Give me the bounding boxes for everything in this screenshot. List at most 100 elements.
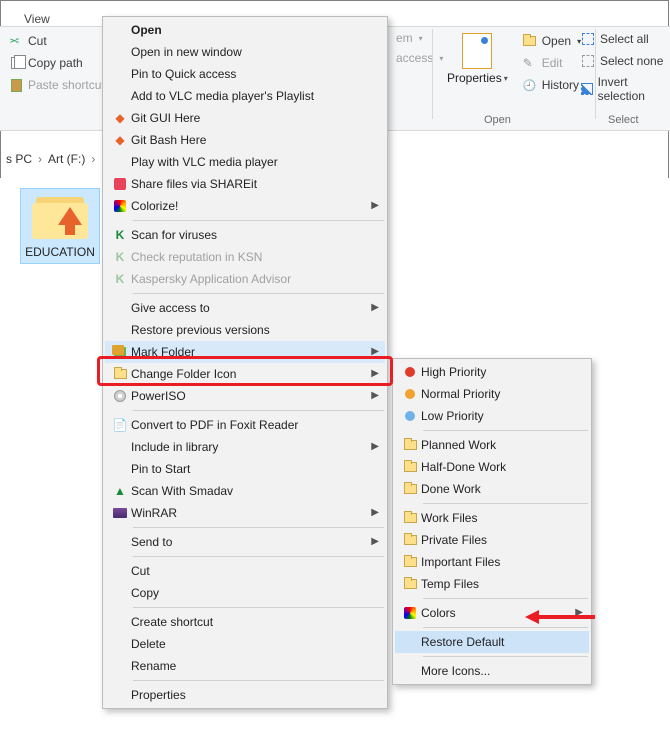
mark-folder-submenu: High Priority Normal Priority Low Priori…: [392, 358, 592, 685]
menu-separator: [133, 527, 384, 528]
menu-scan-smadav[interactable]: ▲Scan With Smadav: [105, 480, 385, 502]
menu-git-bash[interactable]: ◆Git Bash Here: [105, 129, 385, 151]
breadcrumb[interactable]: s PC Art (F:): [0, 152, 97, 166]
paste-shortcut-button[interactable]: Paste shortcut: [4, 75, 109, 95]
chevron-right-icon: ▶: [371, 346, 379, 357]
open-button[interactable]: Open▾: [518, 31, 585, 51]
invert-selection-button[interactable]: Invert selection: [576, 73, 670, 105]
menu-git-gui[interactable]: ◆Git GUI Here: [105, 107, 385, 129]
copy-path-button[interactable]: Copy path: [4, 53, 109, 73]
edit-button[interactable]: Edit: [518, 53, 585, 73]
menu-open-new-window[interactable]: Open in new window: [105, 41, 385, 63]
menu-separator: [133, 293, 384, 294]
cut-icon: [8, 33, 24, 49]
history-button[interactable]: History: [518, 75, 585, 95]
select-all-button[interactable]: Select all: [576, 29, 670, 49]
menu-check-ksn[interactable]: KCheck reputation in KSN: [105, 246, 385, 268]
folder-education[interactable]: EDUCATION: [20, 188, 100, 264]
chevron-right-icon: ▶: [371, 200, 379, 211]
invert-selection-label: Invert selection: [598, 75, 666, 103]
git-icon: ◆: [109, 133, 131, 147]
properties-button[interactable]: Properties▾: [443, 29, 512, 85]
paste-shortcut-label: Paste shortcut: [28, 78, 105, 92]
menu-convert-pdf[interactable]: 📄Convert to PDF in Foxit Reader: [105, 414, 385, 436]
submenu-half-done[interactable]: Half-Done Work: [395, 456, 589, 478]
copy-path-label: Copy path: [28, 56, 83, 70]
menu-open[interactable]: Open: [105, 19, 385, 41]
poweriso-icon: [109, 390, 131, 402]
menu-separator: [423, 430, 588, 431]
chevron-right-icon: ▶: [371, 536, 379, 547]
menu-winrar[interactable]: WinRAR▶: [105, 502, 385, 524]
submenu-high-priority[interactable]: High Priority: [395, 361, 589, 383]
menu-separator: [423, 598, 588, 599]
menu-scan-viruses[interactable]: KScan for viruses: [105, 224, 385, 246]
submenu-work-files[interactable]: Work Files: [395, 507, 589, 529]
menu-include-library[interactable]: Include in library▶: [105, 436, 385, 458]
submenu-planned-work[interactable]: Planned Work: [395, 434, 589, 456]
breadcrumb-art[interactable]: Art (F:): [48, 152, 85, 166]
history-label: History: [542, 78, 579, 92]
menu-create-shortcut[interactable]: Create shortcut: [105, 611, 385, 633]
submenu-important-files[interactable]: Important Files: [395, 551, 589, 573]
select-all-icon: [580, 31, 596, 47]
menu-change-folder-icon[interactable]: Change Folder Icon▶: [105, 363, 385, 385]
cut-label: Cut: [28, 34, 47, 48]
select-none-button[interactable]: Select none: [576, 51, 670, 71]
menu-pin-quick-access[interactable]: Pin to Quick access: [105, 63, 385, 85]
context-menu: Open Open in new window Pin to Quick acc…: [102, 16, 388, 709]
menu-separator: [133, 220, 384, 221]
annotation-arrow: [525, 610, 595, 624]
submenu-low-priority[interactable]: Low Priority: [395, 405, 589, 427]
menu-separator: [133, 680, 384, 681]
menu-kaspersky-advisor[interactable]: KKaspersky Application Advisor: [105, 268, 385, 290]
menu-rename[interactable]: Rename: [105, 655, 385, 677]
menu-separator: [133, 556, 384, 557]
menu-shareit[interactable]: Share files via SHAREit: [105, 173, 385, 195]
submenu-normal-priority[interactable]: Normal Priority: [395, 383, 589, 405]
menu-separator: [133, 607, 384, 608]
select-group-label: Select: [608, 114, 639, 126]
menu-separator: [423, 627, 588, 628]
breadcrumb-pc[interactable]: s PC: [6, 152, 32, 166]
folder-lock-icon: [399, 535, 421, 545]
menu-send-to[interactable]: Send to▶: [105, 531, 385, 553]
submenu-done-work[interactable]: Done Work: [395, 478, 589, 500]
cut-button[interactable]: Cut: [4, 31, 109, 51]
history-icon: [522, 77, 538, 93]
clipboard-group: Cut Copy path Paste shortcut: [4, 31, 109, 95]
winrar-icon: [109, 508, 131, 518]
submenu-restore-default[interactable]: Restore Default: [395, 631, 589, 653]
menu-mark-folder[interactable]: Mark Folder▶: [105, 341, 385, 363]
submenu-temp-files[interactable]: Temp Files: [395, 573, 589, 595]
invert-selection-icon: [580, 81, 594, 97]
copy-path-icon: [8, 55, 24, 71]
menu-cut[interactable]: Cut: [105, 560, 385, 582]
priority-low-icon: [399, 411, 421, 421]
kaspersky-icon: K: [109, 228, 131, 242]
folder-small-icon: [399, 440, 421, 450]
menu-give-access[interactable]: Give access to▶: [105, 297, 385, 319]
menu-restore-previous[interactable]: Restore previous versions: [105, 319, 385, 341]
priority-normal-icon: [399, 389, 421, 399]
menu-play-vlc[interactable]: Play with VLC media player: [105, 151, 385, 173]
menu-poweriso[interactable]: PowerISO▶: [105, 385, 385, 407]
folder-warning-icon: [399, 557, 421, 567]
folder-label: EDUCATION: [25, 245, 95, 259]
menu-delete[interactable]: Delete: [105, 633, 385, 655]
change-icon-icon: [109, 369, 131, 379]
chevron-right-icon: ▶: [371, 302, 379, 313]
kaspersky-icon: K: [109, 250, 131, 264]
menu-colorize[interactable]: Colorize!▶: [105, 195, 385, 217]
menu-copy[interactable]: Copy: [105, 582, 385, 604]
foxit-icon: 📄: [109, 418, 131, 432]
open-group: Properties▾ Open▾ Edit History: [432, 29, 596, 119]
submenu-more-icons[interactable]: More Icons...: [395, 660, 589, 682]
menu-pin-start[interactable]: Pin to Start: [105, 458, 385, 480]
paste-shortcut-icon: [8, 77, 24, 93]
open-label: Open: [542, 34, 571, 48]
menu-properties[interactable]: Properties: [105, 684, 385, 706]
folder-small-icon: [399, 484, 421, 494]
menu-add-vlc-playlist[interactable]: Add to VLC media player's Playlist: [105, 85, 385, 107]
submenu-private-files[interactable]: Private Files: [395, 529, 589, 551]
